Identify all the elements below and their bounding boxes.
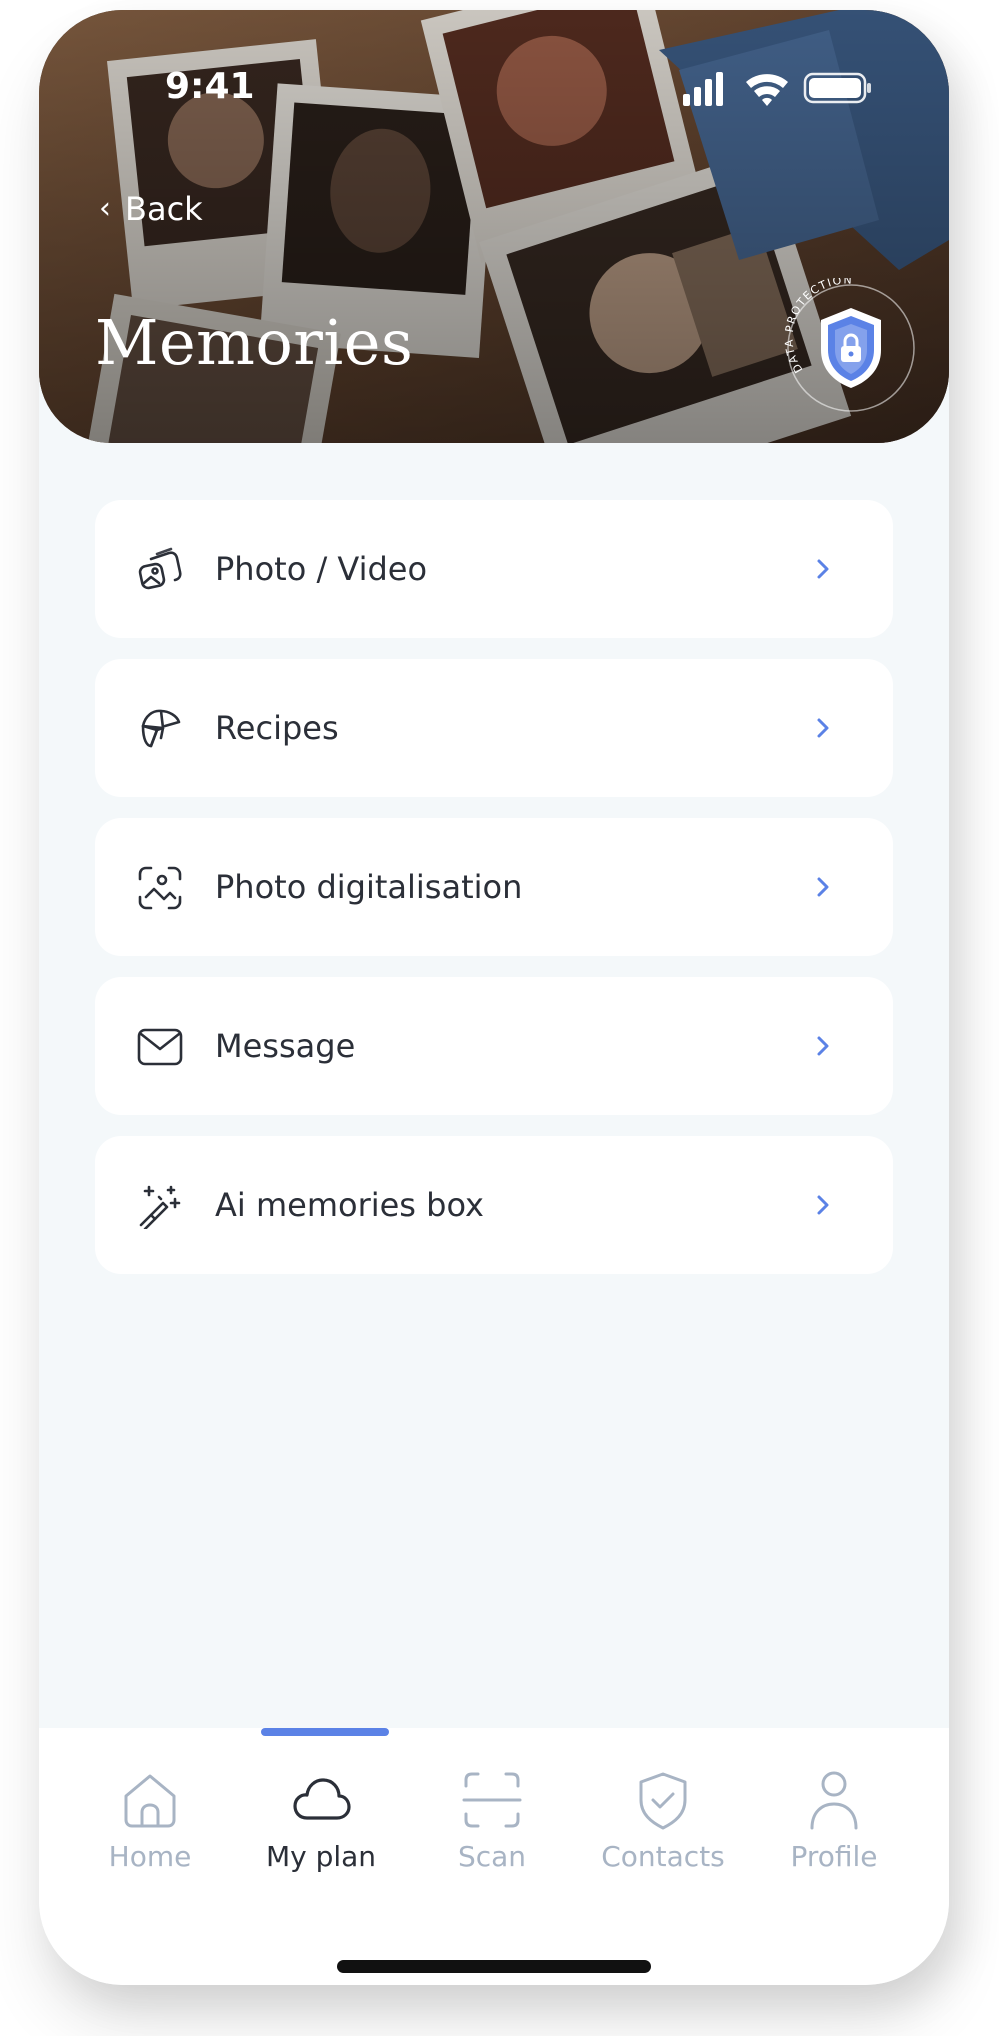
photo-stack-icon <box>138 547 182 590</box>
tab-home[interactable]: Home <box>70 1768 230 1873</box>
back-button[interactable]: ‹ Back <box>99 190 203 228</box>
scan-frame-icon <box>462 1772 522 1828</box>
page-title: Memories <box>95 306 414 379</box>
status-time: 9:41 <box>165 66 255 107</box>
menu-item-label: Photo / Video <box>215 550 428 588</box>
cellular-signal-icon <box>683 72 723 106</box>
memories-header: 9:41 ‹ Back Memories DATA PROTECTION <box>39 10 949 443</box>
tab-label: Home <box>108 1840 192 1873</box>
tab-label: Profile <box>790 1840 878 1873</box>
chevron-right-icon <box>817 718 829 738</box>
tab-my-plan[interactable]: My plan <box>241 1768 401 1873</box>
shield-check-icon <box>639 1772 687 1830</box>
menu-item-label: Message <box>215 1027 356 1065</box>
menu-item-label: Recipes <box>215 709 339 747</box>
home-icon <box>124 1774 176 1828</box>
bottom-tab-bar: Home My plan Scan Contacts Profile <box>39 1728 949 1985</box>
memories-menu: Photo / Video Recipes Photo digitalisati… <box>95 500 893 1295</box>
menu-item-photo-video[interactable]: Photo / Video <box>95 500 893 638</box>
tab-label: Scan <box>457 1840 527 1873</box>
scan-photo-icon <box>138 866 182 910</box>
chevron-right-icon <box>817 1195 829 1215</box>
data-protection-badge[interactable]: DATA PROTECTION <box>781 278 921 418</box>
wifi-icon <box>746 74 788 106</box>
tab-scan[interactable]: Scan <box>412 1768 572 1873</box>
tab-label: Contacts <box>601 1840 725 1873</box>
menu-item-message[interactable]: Message <box>95 977 893 1115</box>
tab-contacts[interactable]: Contacts <box>583 1768 743 1873</box>
battery-icon <box>803 72 871 104</box>
chevron-right-icon <box>817 877 829 897</box>
home-indicator <box>337 1960 651 1973</box>
active-tab-indicator <box>261 1728 389 1736</box>
menu-item-label: Photo digitalisation <box>215 868 523 906</box>
user-icon <box>810 1771 858 1830</box>
phone-screen: 9:41 ‹ Back Memories DATA PROTECTION Pho… <box>39 10 949 1985</box>
magic-wand-icon <box>139 1185 181 1229</box>
chevron-left-icon: ‹ <box>99 191 111 226</box>
chevron-right-icon <box>817 559 829 579</box>
back-label: Back <box>125 190 203 228</box>
menu-item-recipes[interactable]: Recipes <box>95 659 893 797</box>
menu-item-label: Ai memories box <box>215 1186 484 1224</box>
shield-lock-icon <box>821 308 881 388</box>
tab-profile[interactable]: Profile <box>754 1768 914 1873</box>
croissant-icon <box>141 709 181 748</box>
menu-item-ai-memories-box[interactable]: Ai memories box <box>95 1136 893 1274</box>
cloud-icon <box>293 1778 351 1820</box>
tab-label: My plan <box>265 1840 377 1873</box>
chevron-right-icon <box>817 1036 829 1056</box>
status-icons <box>683 72 871 106</box>
menu-item-photo-digitalisation[interactable]: Photo digitalisation <box>95 818 893 956</box>
envelope-icon <box>137 1028 183 1066</box>
